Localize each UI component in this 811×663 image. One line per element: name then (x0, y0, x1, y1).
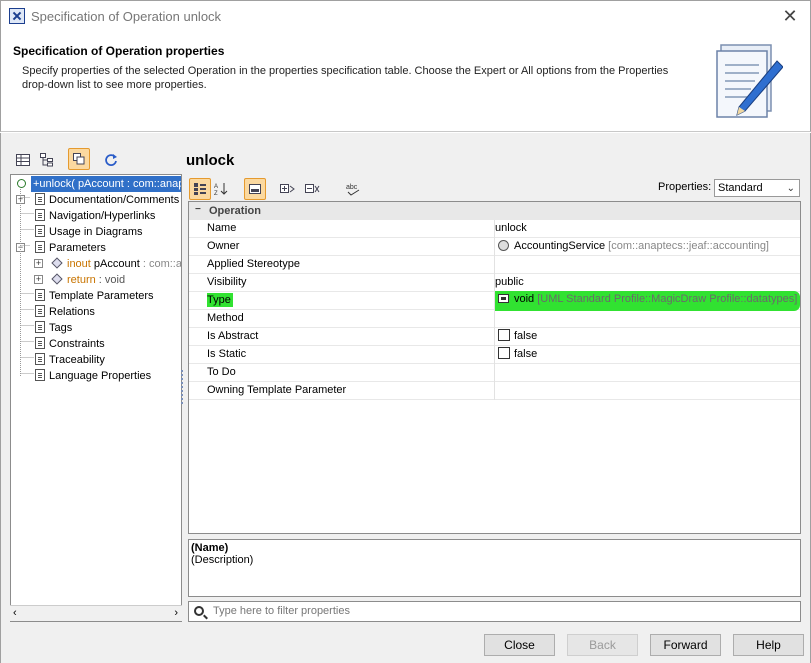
dialog-header: Specification of Operation properties Sp… (0, 31, 811, 132)
svg-text:abc: abc (346, 184, 358, 191)
scroll-left-icon[interactable]: ‹ (13, 607, 17, 619)
expand-all-icon[interactable] (277, 178, 299, 200)
tree-item-parameters[interactable]: Parameters (35, 240, 106, 256)
property-value[interactable] (495, 256, 800, 274)
tree-item-tags[interactable]: Tags (35, 320, 72, 336)
operation-icon (17, 179, 26, 188)
description-name: (Name) (191, 542, 229, 554)
element-name-heading: unlock (186, 152, 235, 169)
categorized-view-icon[interactable] (189, 178, 211, 200)
properties-table[interactable]: − Operation Name unlock Owner Accounting… (188, 201, 801, 534)
property-value[interactable]: AccountingService [com::anaptecs::jeaf::… (495, 238, 800, 256)
hierarchy-icon[interactable] (36, 149, 58, 171)
datatype-icon (498, 294, 509, 303)
table-row[interactable]: Applied Stereotype (189, 256, 800, 274)
collapse-group-icon[interactable]: − (195, 205, 202, 215)
table-row-type[interactable]: Type void [UML Standard Profile::MagicDr… (189, 291, 800, 311)
property-value[interactable]: public (495, 274, 800, 292)
tree-item-param-return[interactable]: return : void (51, 272, 125, 288)
app-logo-icon (9, 8, 25, 24)
property-value[interactable]: void [UML Standard Profile::MagicDraw Pr… (495, 291, 800, 311)
copy-view-icon[interactable] (68, 148, 90, 170)
table-row[interactable]: Visibility public (189, 274, 800, 292)
is-abstract-checkbox[interactable] (498, 329, 510, 341)
tree-item-documentation[interactable]: Documentation/Comments (35, 192, 179, 208)
table-row[interactable]: Is Static false (189, 346, 800, 364)
property-value[interactable] (495, 364, 800, 382)
forward-button[interactable]: Forward (650, 634, 721, 656)
description-text: (Description) (191, 554, 254, 566)
chevron-down-icon: ⌄ (786, 183, 795, 194)
table-row[interactable]: Owning Template Parameter (189, 382, 800, 400)
tree-item-usage[interactable]: Usage in Diagrams (35, 224, 143, 240)
tree-item-template-params[interactable]: Template Parameters (35, 288, 154, 304)
header-description: Specify properties of the selected Opera… (22, 65, 669, 91)
property-value[interactable]: false (495, 328, 800, 346)
scroll-right-icon[interactable]: › (174, 607, 178, 619)
tree-item-relations[interactable]: Relations (35, 304, 95, 320)
collapse-all-icon[interactable] (302, 178, 324, 200)
page-icon (35, 209, 45, 221)
page-icon (35, 353, 45, 365)
navigation-tree[interactable]: +unlock( pAccount : com::anaptecs::jeaf:… (10, 174, 182, 622)
spell-check-icon[interactable]: abc (343, 178, 365, 200)
properties-mode-select[interactable]: Standard ⌄ (714, 179, 800, 197)
property-value[interactable] (495, 310, 800, 328)
tree-item-traceability[interactable]: Traceability (35, 352, 105, 368)
properties-label: Properties: (658, 181, 712, 193)
panel-splitter[interactable] (181, 370, 185, 404)
page-icon (35, 369, 45, 381)
class-icon (498, 240, 509, 251)
tree-horizontal-scrollbar[interactable]: ‹ › (10, 605, 182, 621)
page-icon (35, 337, 45, 349)
page-icon (35, 289, 45, 301)
page-icon (35, 321, 45, 333)
table-row[interactable]: Owner AccountingService [com::anaptecs::… (189, 238, 800, 256)
expand-icon[interactable]: + (34, 275, 43, 284)
property-value[interactable]: unlock (495, 220, 800, 238)
tree-item-navigation[interactable]: Navigation/Hyperlinks (35, 208, 155, 224)
expand-icon[interactable]: + (34, 259, 43, 268)
title-bar: Specification of Operation unlock ✕ (0, 0, 811, 31)
document-pencil-icon (716, 44, 783, 118)
table-row[interactable]: Name unlock (189, 220, 800, 238)
table-row[interactable]: Method (189, 310, 800, 328)
is-static-checkbox[interactable] (498, 347, 510, 359)
tree-item-language-props[interactable]: Language Properties (35, 368, 151, 384)
page-icon (35, 241, 45, 253)
property-value[interactable] (495, 382, 800, 400)
help-button[interactable]: Help (733, 634, 804, 656)
group-header-operation[interactable]: − Operation (189, 202, 800, 220)
sort-alphabetical-icon[interactable]: AZ (211, 178, 233, 200)
tree-item-constraints[interactable]: Constraints (35, 336, 105, 352)
search-icon (194, 606, 204, 616)
tree-lines (20, 189, 34, 377)
parameter-icon (51, 273, 63, 285)
table-row[interactable]: To Do (189, 364, 800, 382)
back-button[interactable]: Back (567, 634, 638, 656)
filter-properties-input[interactable]: Type here to filter properties (188, 601, 801, 622)
close-button[interactable]: Close (484, 634, 555, 656)
parameter-icon (51, 257, 63, 269)
show-description-icon[interactable] (244, 178, 266, 200)
page-icon (35, 225, 45, 237)
close-window-icon[interactable]: ✕ (778, 4, 802, 28)
tree-view-icon[interactable] (12, 149, 34, 171)
table-row[interactable]: Is Abstract false (189, 328, 800, 346)
window-title: Specification of Operation unlock (31, 9, 222, 24)
page-icon (35, 193, 45, 205)
refresh-icon[interactable] (100, 149, 122, 171)
tree-item-param-paccount[interactable]: inout pAccount : com::anaptecs (51, 256, 181, 272)
tree-item-operation[interactable]: +unlock( pAccount : com::anaptecs::jeaf:… (31, 176, 181, 192)
svg-text:A: A (214, 184, 218, 190)
svg-text:Z: Z (214, 191, 218, 196)
description-pane: (Name) (Description) (188, 539, 801, 597)
page-icon (35, 305, 45, 317)
property-value[interactable]: false (495, 346, 800, 364)
header-title: Specification of Operation properties (13, 44, 225, 58)
